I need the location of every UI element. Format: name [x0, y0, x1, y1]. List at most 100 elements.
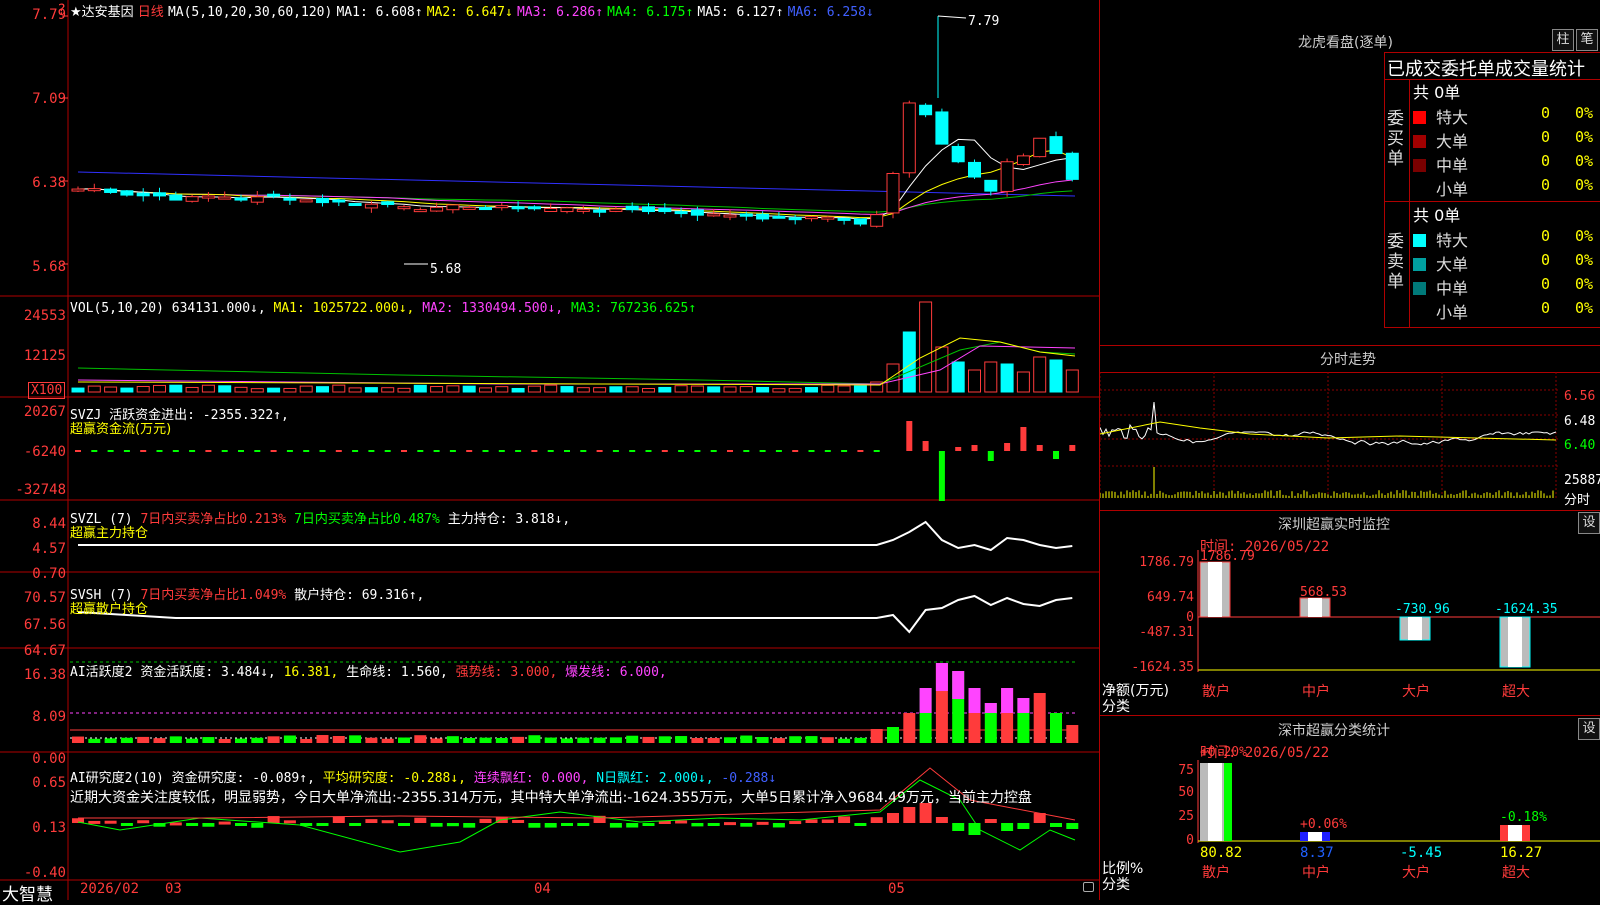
activity-bar-top [919, 688, 932, 713]
activity-bar-top [968, 688, 981, 713]
candle-body [511, 206, 525, 210]
research-bar [316, 823, 329, 826]
volume-bar [951, 361, 965, 393]
activity-bar [72, 736, 84, 743]
candle-body [348, 202, 362, 206]
research-bar [186, 823, 199, 826]
research-bar [772, 823, 785, 828]
candle-body [886, 172, 900, 214]
ai2-tick: 0.65 [32, 775, 66, 791]
order-row-pct: 0% [1575, 152, 1594, 170]
date-label: 2026/02 [80, 881, 140, 897]
cls-top-label: -0.18% [1500, 810, 1547, 825]
svzl-t2: 7日内买卖净占比0.487% [294, 512, 440, 527]
research-bar [805, 819, 818, 823]
color-swatch [1413, 234, 1426, 247]
price-tick: 5.68 [32, 259, 66, 275]
order-row-name: 特大 [1436, 231, 1469, 250]
order-row-name: 小单 [1436, 303, 1469, 322]
cls-bar-highlight [1308, 832, 1322, 841]
volume-bar [739, 386, 753, 393]
sz-bar-chart: 1786.79 649.74 0-487.31 -1624.35 1786.79 散户 56… [1131, 549, 1600, 700]
flow-bar [906, 421, 913, 451]
svzj-tick: 20267 [23, 404, 66, 420]
volume-bar [462, 385, 476, 393]
sz-xlabel: 分类 [1102, 699, 1130, 715]
flow-bar [156, 450, 163, 452]
vol-unit-badge[interactable]: X100 [28, 382, 66, 399]
candle-body [250, 196, 264, 203]
order-row: 大单 0 0% [1413, 251, 1600, 275]
research-bar [724, 822, 736, 826]
activity-bar-top [984, 703, 997, 713]
ai2-note: 近期大资金关注度较低，明显弱势，今日大单净流出:-2355.314万元，其中特大… [70, 790, 1032, 806]
activity-bar [251, 737, 264, 743]
volume-bar [153, 384, 166, 393]
volume-bar [250, 388, 264, 393]
order-row-qty: 0 [1541, 128, 1551, 146]
volume-bar [527, 385, 541, 393]
cls-tick: 25 [1178, 809, 1194, 824]
sz-category-label: 散户 [1202, 683, 1230, 700]
flow-bar [1036, 445, 1043, 451]
flow-bar [433, 450, 440, 452]
candle-body [576, 208, 590, 212]
sz-tick: 0 [1186, 610, 1194, 625]
candle-body [446, 204, 460, 211]
help-icon[interactable]: ? [58, 2, 65, 18]
research-bar [903, 807, 916, 823]
vol-ma3: MA3: 767236.625↑ [570, 301, 697, 316]
intraday-label: 分时 [1564, 493, 1591, 508]
sz-tick: 649.74 [1147, 590, 1194, 605]
activity-bar [120, 737, 133, 743]
volume-bar [364, 387, 378, 393]
main-chart-area[interactable]: ★达安基因 日线 MA(5,10,20,30,60,120) MA1: 6.60… [0, 0, 1100, 905]
research-bar [740, 823, 753, 827]
order-stats-tab[interactable]: 已成交委托单成交量统计 [1384, 52, 1600, 80]
flow-bar [286, 450, 293, 452]
order-row-pct: 0% [1575, 299, 1594, 317]
bar-mode-button[interactable]: 柱 [1552, 29, 1574, 51]
candle-body [169, 194, 183, 201]
candle-body [544, 208, 558, 213]
flow-bar [368, 450, 375, 452]
activity-bar [626, 735, 639, 743]
sz-tick: 1786.79 [1139, 555, 1194, 570]
flow-bar [417, 450, 424, 452]
volume-bar [71, 387, 85, 393]
research-bar [854, 823, 867, 826]
research-bar [251, 823, 264, 828]
order-row-qty: 0 [1541, 176, 1551, 194]
activity-bar [642, 736, 655, 743]
intraday-chart[interactable] [1100, 372, 1600, 512]
svsh-t2: 散户持仓: 69.316↑, [294, 588, 425, 603]
ai2-tick: -0.40 [23, 865, 66, 881]
color-swatch [1413, 183, 1426, 196]
volume-bar [1000, 363, 1014, 393]
activity-bar [267, 736, 280, 743]
flow-bar [189, 450, 196, 452]
volume-bar [136, 385, 150, 393]
flow-bar [221, 450, 228, 452]
stock-name[interactable]: ★达安基因 [70, 5, 134, 20]
volume-bar [267, 387, 281, 393]
color-swatch [1413, 159, 1426, 172]
ai1-t1: 资金活跃度: 3.484↓, [140, 665, 276, 680]
ma-param: MA(5,10,20,30,60,120) [167, 5, 333, 20]
candle-body [201, 195, 215, 199]
chart-canvas[interactable] [0, 0, 1100, 900]
research-bar [414, 817, 427, 823]
lock-icon[interactable] [1083, 882, 1094, 892]
candle-body [1033, 137, 1047, 158]
vol-tick: 12125 [23, 348, 66, 364]
candle-body [104, 188, 118, 193]
flow-bar [482, 450, 489, 452]
flow-bar [645, 450, 652, 452]
pen-mode-button[interactable]: 笔 [1576, 29, 1598, 51]
buy-label: 委买单 [1387, 109, 1404, 169]
candle-body [658, 207, 672, 213]
flow-bar [107, 450, 114, 452]
research-bar [283, 820, 296, 824]
flow-bar [694, 450, 701, 452]
period-label[interactable]: 日线 [138, 5, 164, 20]
